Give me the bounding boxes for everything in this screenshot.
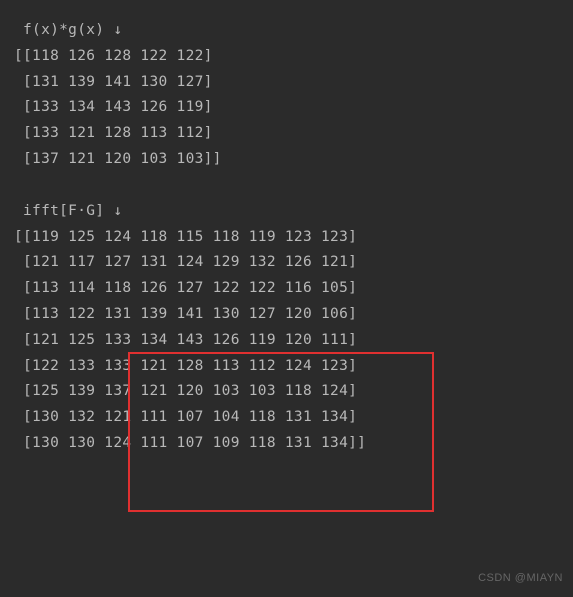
matrix2-row: [113 122 131 139 141 130 127 120 106] [14,302,573,328]
matrix1-row: [133 121 128 113 112] [14,121,573,147]
watermark-text: CSDN @MIAYN [478,569,563,589]
matrix2-row: [113 114 118 126 127 122 122 116 105] [14,276,573,302]
matrix2-row: [130 132 121 111 107 104 118 131 134] [14,405,573,431]
output-label-ifft: ifft[F·G] ↓ [14,199,573,225]
blank-line [14,173,573,199]
matrix2-row: [121 117 127 131 124 129 132 126 121] [14,250,573,276]
matrix2-row: [125 139 137 121 120 103 103 118 124] [14,379,573,405]
matrix2-row: [122 133 133 121 128 113 112 124 123] [14,354,573,380]
matrix1-row: [131 139 141 130 127] [14,70,573,96]
matrix1-row: [[118 126 128 122 122] [14,44,573,70]
matrix1-row: [133 134 143 126 119] [14,95,573,121]
matrix2-row: [130 130 124 111 107 109 118 131 134]] [14,431,573,457]
output-label-convolution: f(x)*g(x) ↓ [14,18,573,44]
matrix2-row: [121 125 133 134 143 126 119 120 111] [14,328,573,354]
matrix2-row: [[119 125 124 118 115 118 119 123 123] [14,225,573,251]
matrix1-row: [137 121 120 103 103]] [14,147,573,173]
